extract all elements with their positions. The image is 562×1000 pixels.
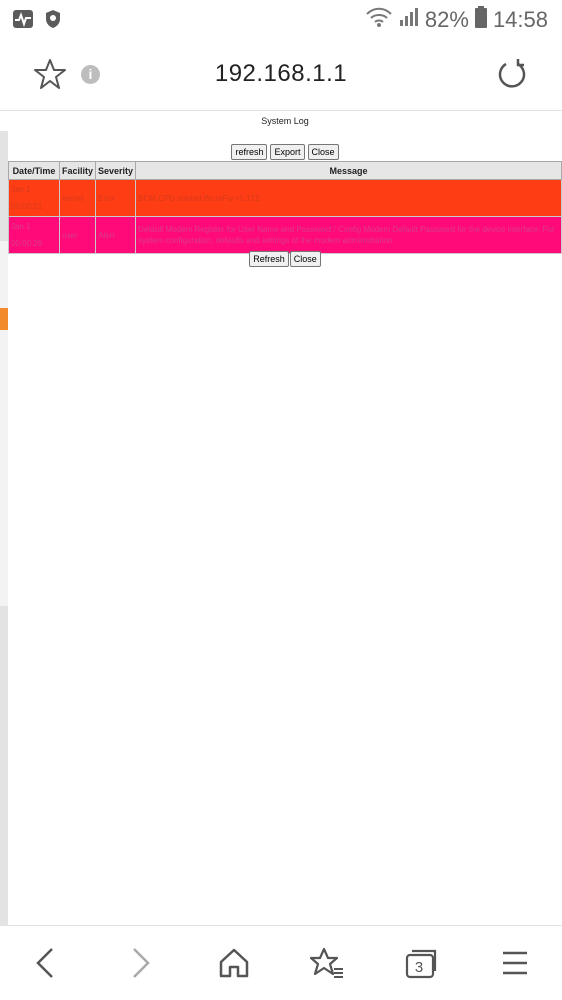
wifi-icon [365, 6, 393, 34]
menu-icon[interactable] [498, 946, 532, 980]
page-title: System Log [261, 116, 309, 126]
export-button[interactable]: Export [270, 144, 305, 160]
tab-count: 3 [414, 958, 424, 976]
forward-icon[interactable] [124, 946, 158, 980]
table-header-row: Date/Time Facility Severity Message [8, 161, 562, 180]
refresh-button[interactable]: refresh [231, 144, 268, 160]
close-button[interactable]: Close [307, 144, 339, 160]
cell-datetime: Jan 1 00:00:26 [8, 216, 60, 254]
back-icon[interactable] [28, 946, 62, 980]
home-icon[interactable] [217, 946, 251, 980]
bookmarks-icon[interactable] [310, 946, 344, 980]
browser-bottom-nav: 3 [0, 925, 562, 1000]
table-row: Jan 1 00:00:26 user Alert Default Modem … [8, 216, 562, 254]
cell-datetime: Jan 1 00:00:21 [8, 179, 60, 217]
table-row: Jan 1 00:00:21 kernel Error BCM CPU star… [8, 179, 562, 217]
clock: 14:58 [492, 7, 548, 32]
col-facility: Facility [58, 161, 97, 180]
tabs-icon[interactable]: 3 [404, 946, 438, 980]
cell-severity: Alert [95, 216, 137, 254]
web-page: System Log refresh Export Close Date/Tim… [0, 111, 562, 925]
cell-message: BCM CPU started BrcmFw v1.172 [135, 179, 562, 217]
activity-icon [12, 9, 34, 29]
col-severity: Severity [95, 161, 137, 180]
close-button-bottom[interactable]: Close [289, 251, 321, 267]
cell-facility: user [58, 216, 97, 254]
refresh-button-bottom[interactable]: Refresh [249, 251, 289, 267]
scroll-indicator[interactable] [0, 308, 8, 330]
cell-message: Default Modem Register for User Name and… [135, 216, 562, 254]
battery-percent: 82% [424, 7, 469, 32]
cell-facility: kernel [58, 179, 97, 217]
browser-toolbar: i 192.168.1.1 [0, 38, 562, 111]
url-text[interactable]: 192.168.1.1 [0, 60, 562, 88]
col-message: Message [135, 161, 562, 180]
shield-icon [44, 9, 66, 29]
bottom-button-row: Refresh Close [0, 251, 562, 267]
status-bar: 82% 14:58 [0, 0, 562, 38]
battery-icon [474, 6, 487, 34]
top-button-row: refresh Export Close [0, 144, 562, 160]
signal-icon [399, 7, 419, 33]
col-datetime: Date/Time [8, 161, 60, 180]
log-table: Date/Time Facility Severity Message Jan … [8, 161, 562, 254]
cell-severity: Error [95, 179, 137, 217]
reload-icon[interactable] [496, 58, 528, 95]
